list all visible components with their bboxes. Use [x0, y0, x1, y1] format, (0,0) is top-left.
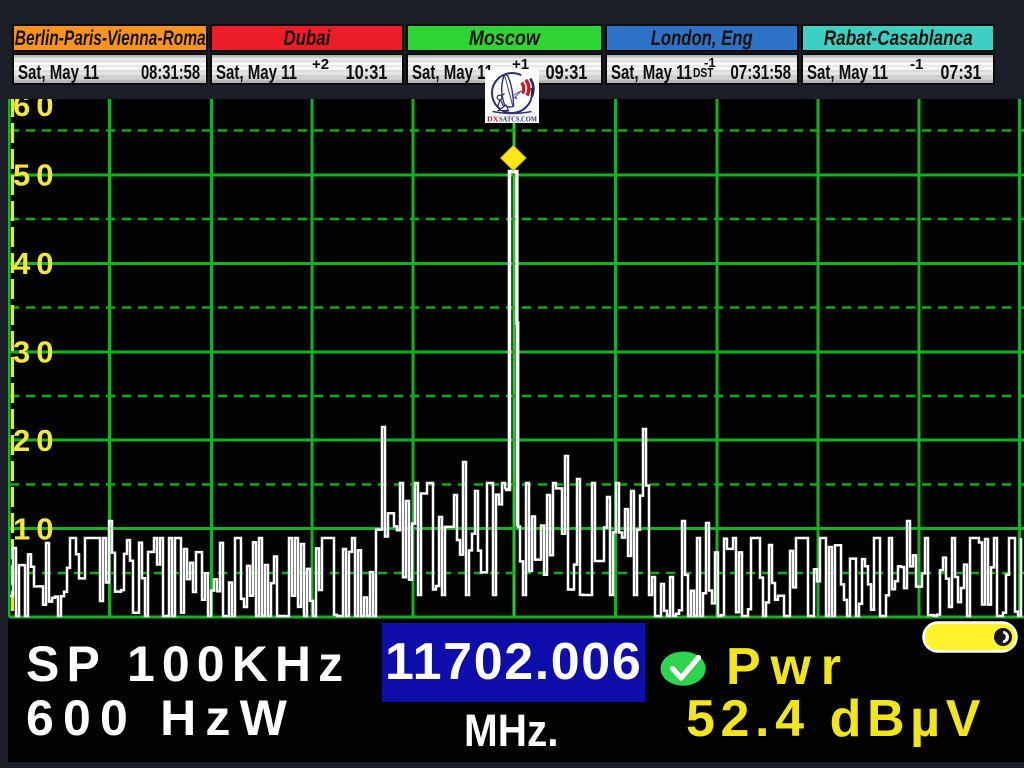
svg-text:30: 30 — [13, 335, 59, 370]
svg-text:20: 20 — [13, 423, 59, 458]
svg-text:60: 60 — [13, 99, 59, 123]
svg-text:40: 40 — [13, 246, 59, 281]
svg-text:50: 50 — [13, 158, 59, 193]
svg-text:DX: DX — [487, 114, 499, 123]
svg-text:10: 10 — [13, 512, 59, 547]
svg-text:SATCS.COM: SATCS.COM — [499, 114, 537, 123]
